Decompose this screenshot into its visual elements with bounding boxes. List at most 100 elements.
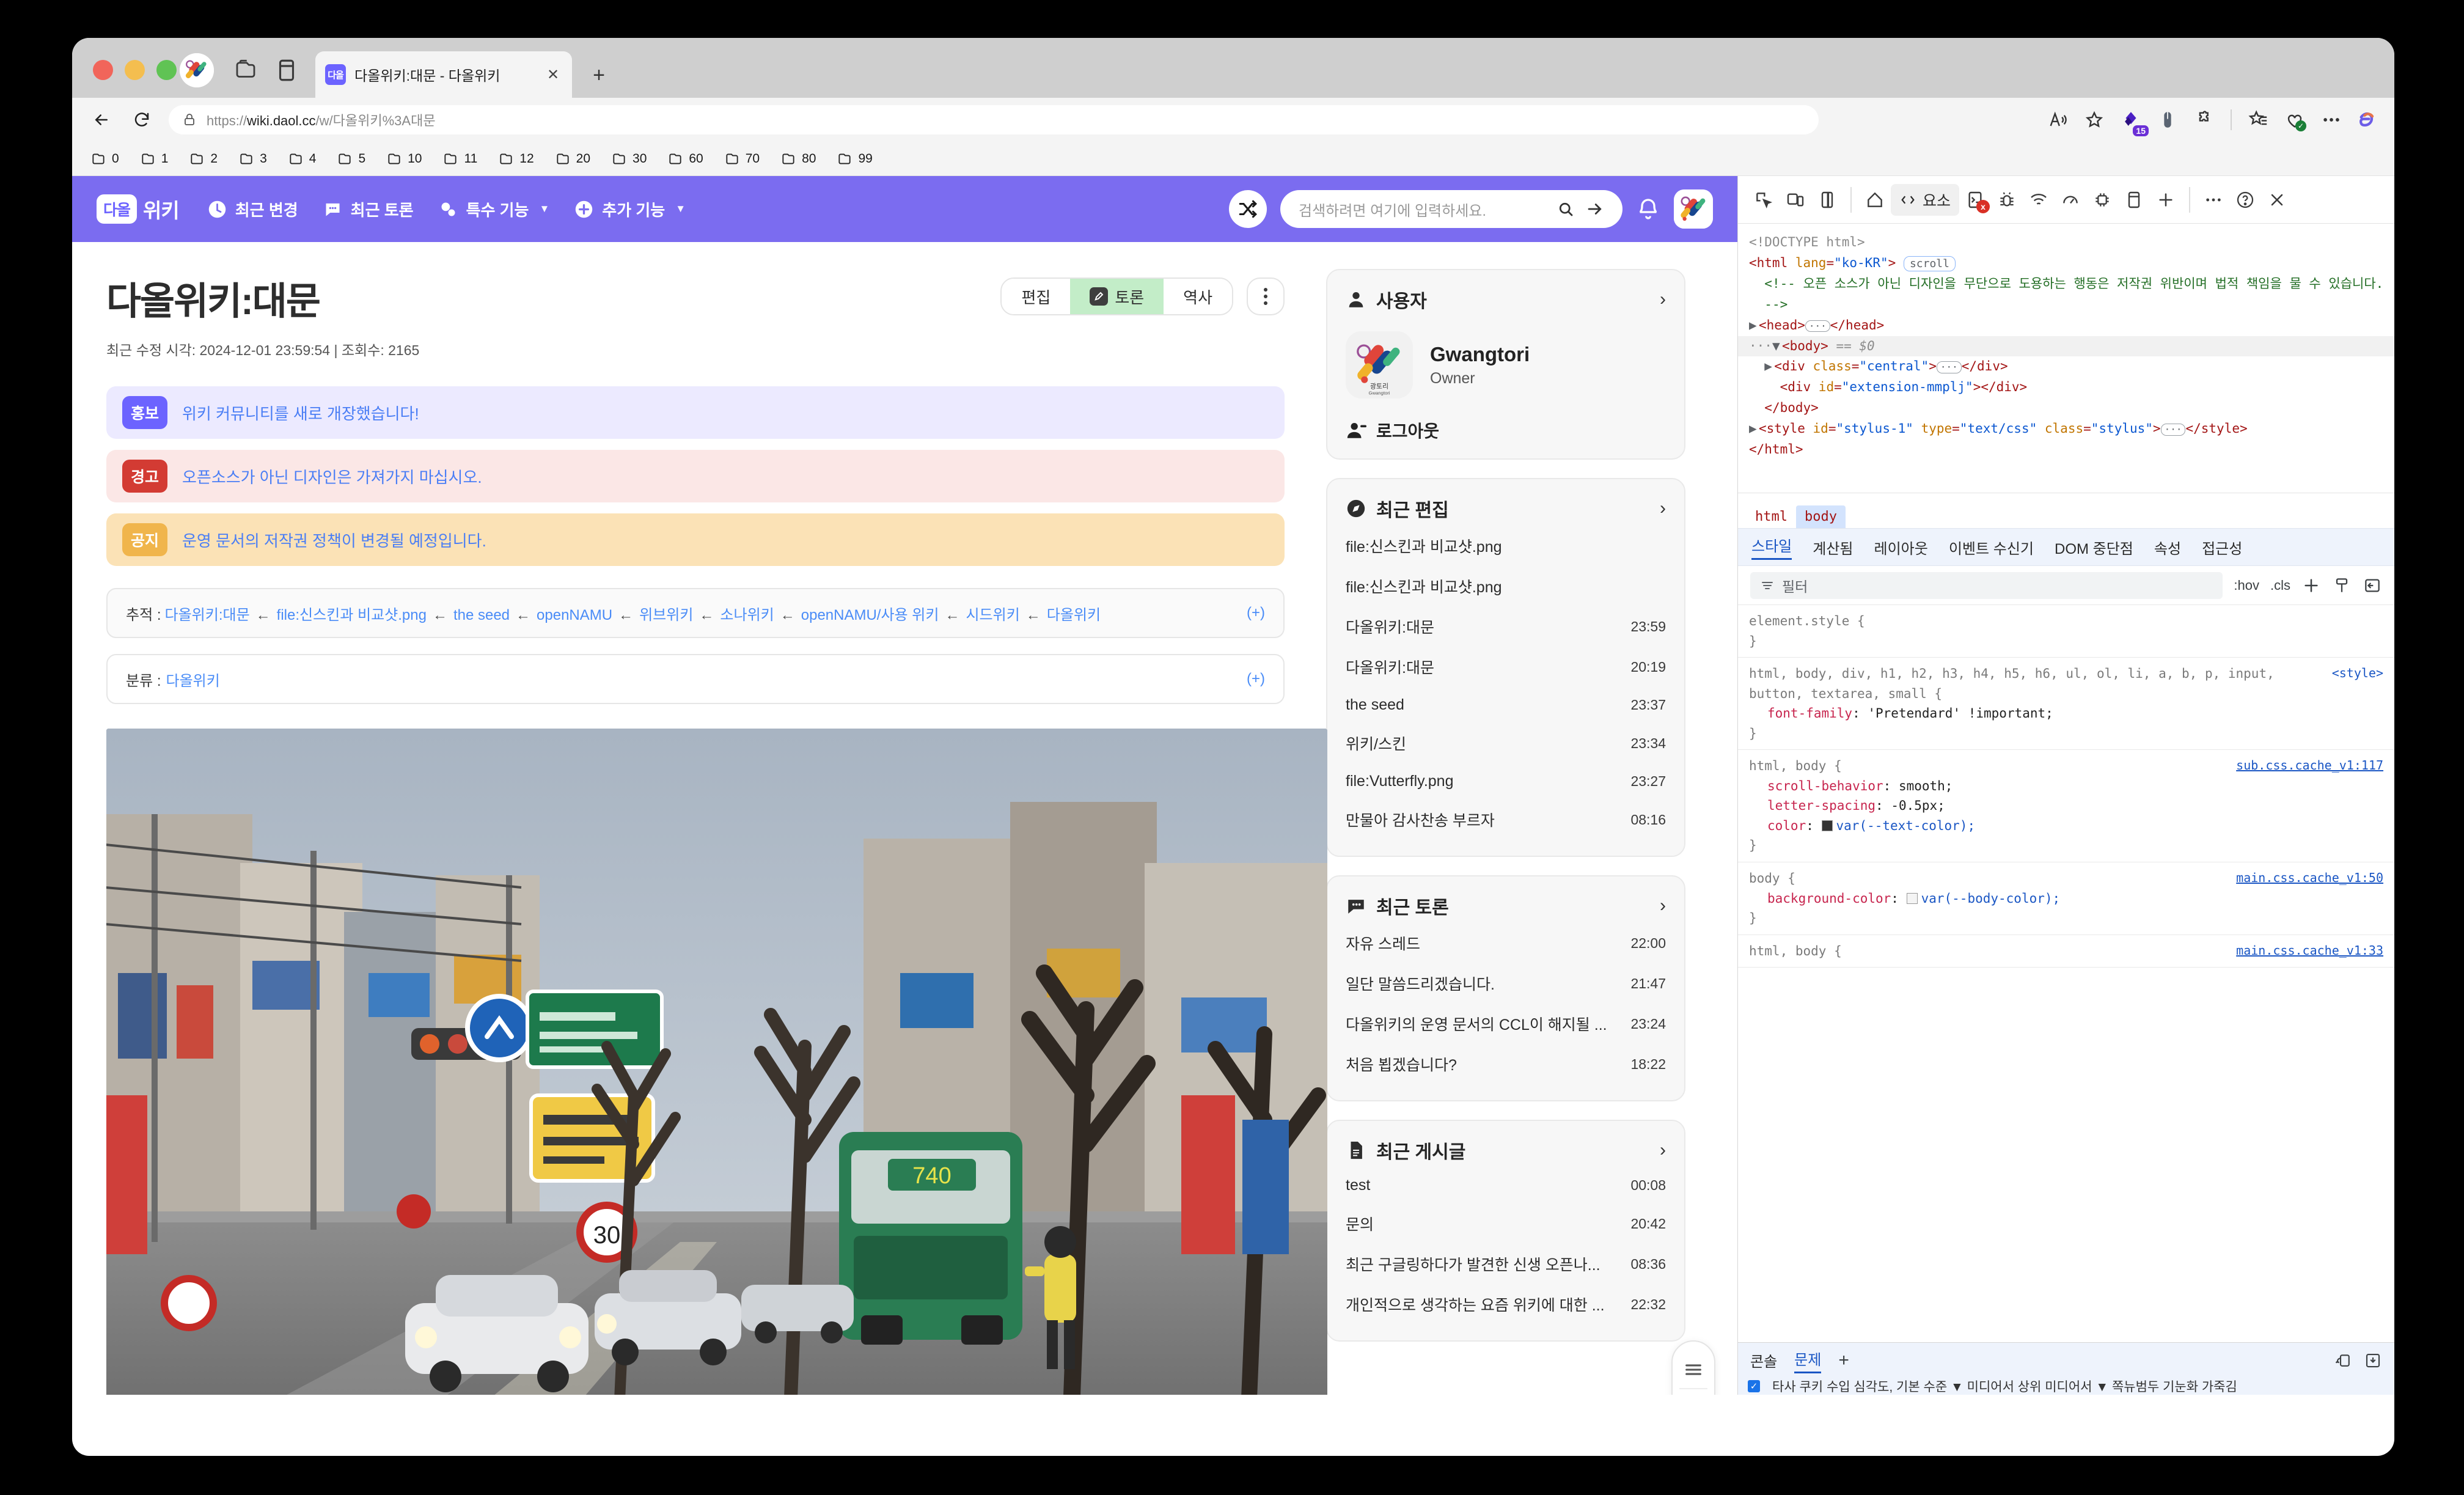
home-icon[interactable] bbox=[1859, 184, 1891, 216]
url-input[interactable]: https://wiki.daol.cc/w/다올위키%3A대문 bbox=[169, 105, 1819, 134]
drawer-add-tab-button[interactable]: + bbox=[1838, 1351, 1849, 1370]
recent-edit-item[interactable]: file:Vutterfly.png 23:27 bbox=[1346, 763, 1666, 799]
recent-edit-item[interactable]: the seed 23:37 bbox=[1346, 687, 1666, 723]
trail-link[interactable]: 소나위키 bbox=[720, 607, 774, 623]
dom-line-head[interactable]: ▶ <head> ··· </head> bbox=[1738, 315, 2394, 336]
new-style-rule-icon[interactable] bbox=[2301, 576, 2321, 595]
drawer-tab-console[interactable]: 콘솔 bbox=[1750, 1350, 1777, 1371]
css-rule-element-style[interactable]: element.style { } bbox=[1738, 605, 2394, 658]
dom-line-body[interactable]: ···▼ <body> == $0 bbox=[1738, 336, 2394, 357]
css-declaration[interactable]: color: var(--text-color); bbox=[1749, 816, 2383, 836]
toggle-sidebar-icon[interactable] bbox=[2363, 576, 2382, 595]
bookmark-folder-3[interactable]: 3 bbox=[238, 151, 267, 167]
close-window-button[interactable] bbox=[93, 60, 113, 80]
bookmark-folder-60[interactable]: 60 bbox=[667, 151, 703, 167]
notice-warning[interactable]: 경고 오픈소스가 아닌 디자인은 가져가지 마십시오. bbox=[106, 450, 1285, 502]
chevron-right-icon[interactable]: › bbox=[1660, 895, 1666, 916]
subtab-properties[interactable]: 속성 bbox=[2154, 537, 2181, 558]
trail-link[interactable]: 다올위키 bbox=[1047, 607, 1101, 623]
bookmark-folder-99[interactable]: 99 bbox=[837, 151, 873, 167]
card-header[interactable]: 최근 게시글 › bbox=[1346, 1137, 1666, 1164]
help-icon[interactable] bbox=[2229, 184, 2261, 216]
card-header[interactable]: 최근 편집 › bbox=[1346, 495, 1666, 522]
styles-filter-input[interactable]: 필터 bbox=[1750, 571, 2223, 599]
subtab-computed[interactable]: 계산됨 bbox=[1813, 537, 1853, 558]
dom-line-html[interactable]: <html lang="ko-KR"> scroll bbox=[1738, 253, 2394, 274]
user-avatar[interactable] bbox=[1674, 189, 1713, 229]
memory-icon[interactable] bbox=[2086, 184, 2118, 216]
css-rule-html-body-main[interactable]: main.css.cache_v1:33 html, body { bbox=[1738, 935, 2394, 968]
subtab-styles[interactable]: 스타일 bbox=[1751, 534, 1792, 560]
color-swatch[interactable] bbox=[1821, 820, 1833, 831]
recent-post-item[interactable]: 개인적으로 생각하는 요즘 위키에 대한 ... 22:32 bbox=[1346, 1284, 1666, 1324]
minimize-window-button[interactable] bbox=[125, 60, 145, 80]
application-icon[interactable] bbox=[2118, 184, 2150, 216]
collections-icon[interactable] bbox=[2248, 109, 2268, 130]
bookmark-folder-5[interactable]: 5 bbox=[337, 151, 365, 167]
category-link[interactable]: 다올위키 bbox=[166, 669, 220, 690]
bookmark-folder-70[interactable]: 70 bbox=[724, 151, 760, 167]
drawer-tab-issues[interactable]: 문제 bbox=[1794, 1348, 1822, 1373]
discussion-button[interactable]: 토론 bbox=[1070, 279, 1164, 314]
browser-tab[interactable]: 다올 다올위키:대문 - 다올위키 ✕ bbox=[315, 51, 572, 98]
bookmark-folder-20[interactable]: 20 bbox=[555, 151, 590, 167]
recent-edit-item[interactable]: 위키/스킨 23:34 bbox=[1346, 723, 1666, 763]
recent-post-item[interactable]: 최근 구글링하다가 발견한 신생 오픈나... 08:36 bbox=[1346, 1244, 1666, 1284]
browser-settings-icon[interactable] bbox=[2321, 109, 2342, 130]
add-panel-icon[interactable] bbox=[2150, 184, 2182, 216]
notifications-icon[interactable] bbox=[1636, 197, 1660, 221]
checkbox-icon[interactable]: ✓ bbox=[1748, 1380, 1760, 1393]
css-declaration[interactable]: font-family: 'Pretendard' !important; bbox=[1749, 703, 2383, 724]
bookmark-folder-12[interactable]: 12 bbox=[498, 151, 534, 167]
nav-extra-features[interactable]: 추가 기능 ▼ bbox=[574, 198, 686, 221]
more-icon[interactable] bbox=[2198, 184, 2229, 216]
back-button[interactable] bbox=[88, 106, 115, 133]
recent-discussion-item[interactable]: 처음 뵙겠습니다? 18:22 bbox=[1346, 1044, 1666, 1084]
notice-announcement[interactable]: 공지 운영 문서의 저작권 정책이 변경될 예정입니다. bbox=[106, 513, 1285, 566]
css-rule-html-body-sub[interactable]: sub.css.cache_v1:117 html, body { scroll… bbox=[1738, 750, 2394, 863]
inspect-element-icon[interactable] bbox=[1748, 184, 1780, 216]
wiki-logo[interactable]: 다올 위키 bbox=[97, 194, 180, 224]
chevron-right-icon[interactable]: › bbox=[1660, 289, 1666, 310]
notice-promo[interactable]: 홍보 위키 커뮤니티를 새로 개장했습니다! bbox=[106, 386, 1285, 439]
logout-button[interactable]: 로그아웃 bbox=[1346, 414, 1666, 443]
trail-link[interactable]: 위브위키 bbox=[639, 607, 693, 623]
bookmark-folder-4[interactable]: 4 bbox=[288, 151, 316, 167]
copilot-icon[interactable] bbox=[2358, 109, 2378, 130]
trail-link[interactable]: 다올위키:대문 bbox=[165, 607, 250, 623]
subtab-layout[interactable]: 레이아웃 bbox=[1874, 537, 1928, 558]
hamburger-icon[interactable] bbox=[1679, 1351, 1707, 1388]
css-rule-font-family[interactable]: <style> html, body, div, h1, h2, h3, h4,… bbox=[1738, 658, 2394, 751]
recent-edit-item[interactable]: file:신스킨과 비교샷.png bbox=[1346, 566, 1666, 606]
computed-style-sidebar-icon[interactable] bbox=[2332, 576, 2352, 595]
recent-discussion-item[interactable]: 일단 말씀드리겠습니다. 21:47 bbox=[1346, 963, 1666, 1004]
card-header[interactable]: 최근 토론 › bbox=[1346, 892, 1666, 919]
breadcrumb-body[interactable]: body bbox=[1795, 505, 1846, 528]
color-swatch[interactable] bbox=[1906, 892, 1918, 904]
new-tab-button[interactable]: + bbox=[587, 65, 610, 88]
chevron-right-icon[interactable]: › bbox=[1660, 498, 1666, 519]
trail-link[interactable]: the seed bbox=[453, 607, 510, 623]
trail-link[interactable]: 시드위키 bbox=[966, 607, 1019, 623]
network-icon[interactable] bbox=[2023, 184, 2055, 216]
nav-recent-discussions[interactable]: 최근 토론 bbox=[323, 198, 414, 221]
read-aloud-icon[interactable] bbox=[2047, 109, 2068, 130]
random-page-button[interactable] bbox=[1229, 190, 1267, 228]
recent-edit-item[interactable]: 다올위키:대문 20:19 bbox=[1346, 647, 1666, 687]
device-toolbar-icon[interactable] bbox=[1780, 184, 1811, 216]
recent-discussion-item[interactable]: 자유 스레드 22:00 bbox=[1346, 923, 1666, 963]
nav-special-features[interactable]: 특수 기능 ▼ bbox=[438, 198, 549, 221]
maximize-window-button[interactable] bbox=[156, 60, 177, 80]
mouse-extension-icon[interactable] bbox=[2157, 109, 2178, 130]
recent-discussion-item[interactable]: 다올위키의 운영 문서의 CCL이 해지될 ... 23:24 bbox=[1346, 1004, 1666, 1044]
user-row[interactable]: 광토리 Gwangtori Gwangtori Owner bbox=[1346, 317, 1666, 414]
add-favorite-icon[interactable] bbox=[2084, 109, 2105, 130]
css-declaration[interactable]: letter-spacing: -0.5px; bbox=[1749, 796, 2383, 816]
tab-groups-icon[interactable] bbox=[233, 57, 258, 83]
close-devtools-icon[interactable] bbox=[2261, 184, 2293, 216]
class-state-button[interactable]: .cls bbox=[2270, 578, 2290, 593]
trail-link[interactable]: openNAMU bbox=[537, 607, 612, 623]
trail-link[interactable]: openNAMU/사용 위키 bbox=[801, 607, 939, 623]
panel-layout-icon[interactable] bbox=[1811, 184, 1843, 216]
recent-edit-item[interactable]: 만물아 감사찬송 부르자 08:16 bbox=[1346, 799, 1666, 840]
